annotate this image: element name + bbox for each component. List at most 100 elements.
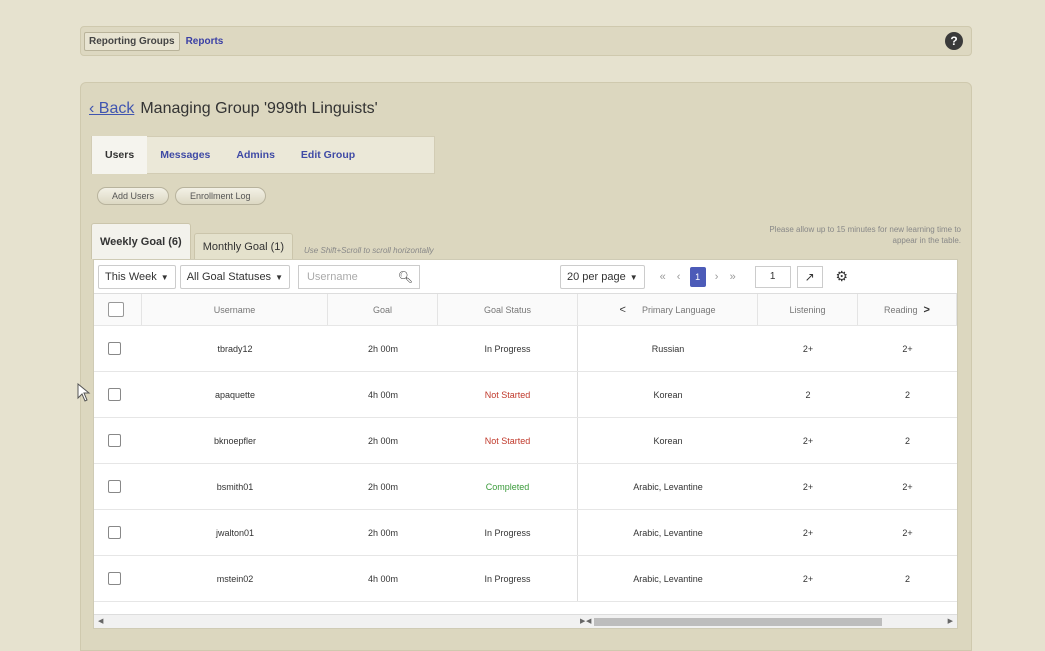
scrollbar-thumb[interactable] <box>594 618 882 626</box>
col-header-listening[interactable]: Listening <box>758 294 858 325</box>
page-title: Managing Group '999th Linguists' <box>140 100 378 117</box>
next-page-button[interactable]: › <box>709 271 725 283</box>
group-subtabs: Users Messages Admins Edit Group <box>91 136 435 174</box>
pin-icon[interactable]: ↗ <box>796 265 823 288</box>
top-nav: Reporting Groups Reports ? <box>80 26 972 56</box>
page-heading: ‹ Back Managing Group '999th Linguists' <box>89 100 378 118</box>
chevron-down-icon: ▼ <box>160 272 169 282</box>
chevron-right-icon[interactable]: > <box>924 304 930 316</box>
col-header-goal[interactable]: Goal <box>328 294 438 325</box>
reading-cell: 2+ <box>902 343 913 354</box>
tab-admins[interactable]: Admins <box>223 136 288 174</box>
goal-tabs: Weekly Goal (6) Monthly Goal (1) Use Shi… <box>91 223 434 259</box>
username-search-input[interactable]: Username 🔍︎ <box>297 264 420 289</box>
goal-status-cell: In Progress <box>438 556 578 601</box>
col-header-username[interactable]: Username <box>142 294 328 325</box>
col-header-goal-status[interactable]: Goal Status <box>438 294 578 325</box>
table-toolbar: This Week ▼ All Goal Statuses ▼ Username 🔍︎… <box>94 260 957 294</box>
back-link[interactable]: ‹ Back <box>89 100 134 118</box>
main-panel: ‹ Back Managing Group '999th Linguists' … <box>80 82 972 651</box>
goal-status-cell: Completed <box>438 464 578 509</box>
action-buttons: Add Users Enrollment Log <box>97 187 272 205</box>
language-cell: Korean <box>653 389 683 400</box>
scroll-left-arrow-icon[interactable]: ▶ <box>580 615 585 629</box>
gear-icon[interactable]: ⚙ <box>829 266 855 288</box>
reading-cell: 2 <box>904 573 910 584</box>
add-users-button[interactable]: Add Users <box>97 187 170 205</box>
reading-cell: 2+ <box>902 481 913 492</box>
username-cell: jwalton01 <box>215 527 255 538</box>
table-header-row: Username Goal Goal Status < Primary Langu… <box>94 294 957 326</box>
chevron-left-icon[interactable]: < <box>620 304 626 316</box>
enrollment-log-button[interactable]: Enrollment Log <box>175 187 266 205</box>
row-checkbox[interactable] <box>108 388 121 401</box>
username-cell: tbrady12 <box>217 343 253 354</box>
mouse-cursor-icon <box>77 383 91 402</box>
goal-status-cell: In Progress <box>438 510 578 555</box>
current-page-indicator[interactable]: 1 <box>689 266 706 287</box>
chevron-down-icon: ▼ <box>275 272 283 282</box>
prev-page-button[interactable]: ‹ <box>671 271 687 283</box>
help-icon[interactable]: ? <box>945 32 963 50</box>
table-row: jwalton01 2h 00m In Progress Arabic, Lev… <box>94 510 957 556</box>
goal-cell: 2h 00m <box>367 481 399 492</box>
table-row: mstein02 4h 00m In Progress Arabic, Leva… <box>94 556 957 602</box>
language-cell: Russian <box>651 343 685 354</box>
listening-cell: 2+ <box>802 343 814 354</box>
search-icon[interactable]: 🔍︎ <box>398 266 413 288</box>
table-row: bsmith01 2h 00m Completed Arabic, Levant… <box>94 464 957 510</box>
last-page-button[interactable]: » <box>725 271 741 283</box>
goal-cell: 2h 00m <box>367 435 399 446</box>
reading-cell: 2+ <box>902 527 913 538</box>
language-cell: Arabic, Levantine <box>633 481 703 492</box>
username-cell: mstein02 <box>216 573 254 584</box>
goal-cell: 4h 00m <box>367 573 399 584</box>
horizontal-scrollbar[interactable]: ◀ ▶ ◀ ▶ <box>94 614 957 628</box>
scroll-left-arrow-icon[interactable]: ◀ <box>586 615 591 629</box>
per-page-select[interactable]: 20 per page ▼ <box>559 264 645 289</box>
row-checkbox[interactable] <box>108 480 121 493</box>
users-table: This Week ▼ All Goal Statuses ▼ Username 🔍︎… <box>93 259 958 629</box>
goal-status-cell: Not Started <box>438 418 578 463</box>
chevron-down-icon: ▼ <box>629 272 638 282</box>
select-all-checkbox-cell <box>94 294 142 325</box>
time-note: Please allow up to 15 minutes for new le… <box>769 225 961 245</box>
reading-cell: 2 <box>904 435 910 446</box>
scroll-left-arrow-icon[interactable]: ◀ <box>98 615 103 629</box>
nav-tab-reports[interactable]: Reports <box>182 33 228 50</box>
row-checkbox[interactable] <box>108 526 121 539</box>
row-checkbox[interactable] <box>108 434 121 447</box>
scroll-hint: Use Shift+Scroll to scroll horizontally <box>304 246 434 255</box>
page-number-input[interactable]: 1 <box>754 265 791 288</box>
goal-cell: 2h 00m <box>367 527 399 538</box>
tab-weekly-goal[interactable]: Weekly Goal (6) <box>91 223 191 259</box>
nav-tab-reporting-groups[interactable]: Reporting Groups <box>84 31 180 51</box>
period-select[interactable]: This Week ▼ <box>98 264 176 289</box>
language-cell: Arabic, Levantine <box>633 527 703 538</box>
col-header-reading: Reading > <box>858 294 957 325</box>
listening-cell: 2+ <box>802 527 814 538</box>
listening-cell: 2+ <box>802 573 814 584</box>
username-cell: apaquette <box>214 389 256 400</box>
row-checkbox[interactable] <box>108 342 121 355</box>
tab-edit-group[interactable]: Edit Group <box>288 136 368 174</box>
scroll-right-arrow-icon[interactable]: ▶ <box>948 615 953 629</box>
tab-monthly-goal[interactable]: Monthly Goal (1) <box>193 233 294 259</box>
table-row: apaquette 4h 00m Not Started Korean 2 2 <box>94 372 957 418</box>
language-cell: Arabic, Levantine <box>633 573 703 584</box>
goal-status-cell: In Progress <box>438 326 578 371</box>
listening-cell: 2+ <box>802 435 814 446</box>
tab-messages[interactable]: Messages <box>147 136 223 174</box>
table-row: tbrady12 2h 00m In Progress Russian 2+ 2… <box>94 326 957 372</box>
reading-cell: 2 <box>904 389 910 400</box>
status-filter-select[interactable]: All Goal Statuses ▼ <box>179 264 290 289</box>
col-header-primary-language: < Primary Language <box>578 294 758 325</box>
listening-cell: 2 <box>805 389 811 400</box>
first-page-button[interactable]: « <box>655 271 671 283</box>
tab-users[interactable]: Users <box>92 136 148 174</box>
username-cell: bsmith01 <box>216 481 254 492</box>
row-checkbox[interactable] <box>108 572 121 585</box>
select-all-checkbox[interactable] <box>108 302 124 317</box>
listening-cell: 2+ <box>802 481 814 492</box>
username-cell: bknoepfler <box>213 435 257 446</box>
